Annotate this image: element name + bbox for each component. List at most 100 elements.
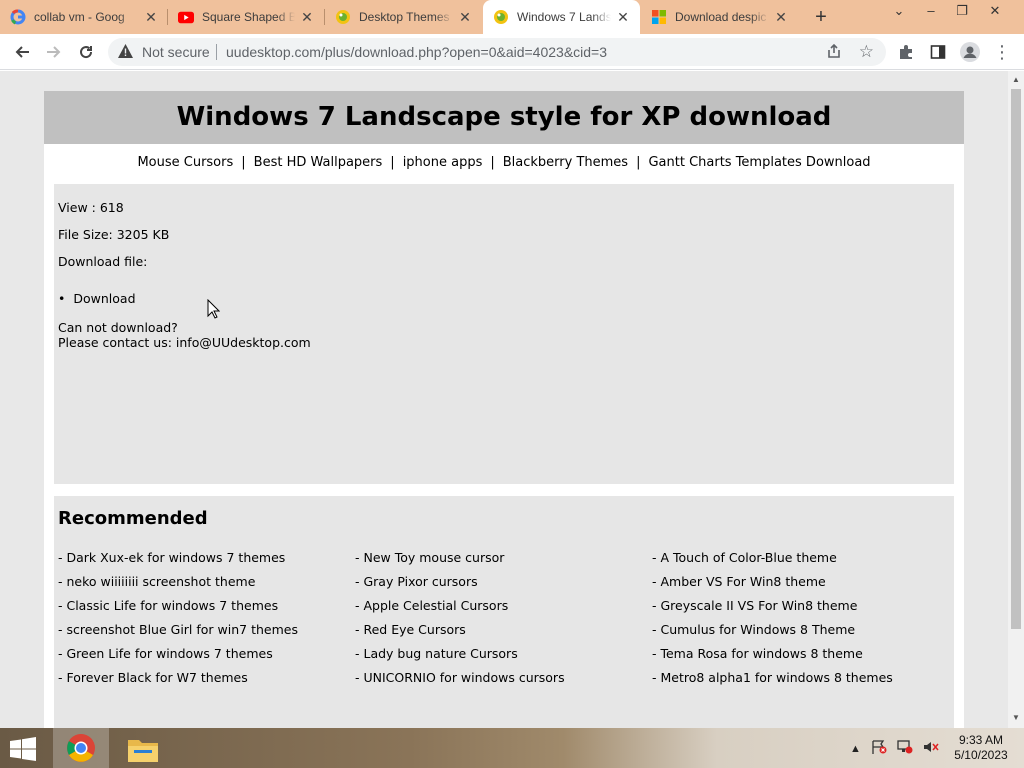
chrome-taskbar-icon[interactable] bbox=[53, 728, 109, 768]
action-center-flag-icon[interactable] bbox=[871, 740, 887, 757]
url-text[interactable]: uudesktop.com/plus/download.php?open=0&a… bbox=[226, 44, 607, 60]
extensions-icon[interactable] bbox=[896, 42, 916, 62]
tab-square-shaped[interactable]: Square Shaped Bl ✕ bbox=[168, 0, 324, 34]
scrollbar-thumb[interactable] bbox=[1011, 89, 1021, 629]
warning-icon[interactable] bbox=[118, 44, 133, 63]
close-icon[interactable]: ✕ bbox=[143, 9, 159, 25]
view-count: View : 618 bbox=[58, 200, 124, 215]
content-container: Windows 7 Landscape style for XP downloa… bbox=[44, 91, 964, 728]
google-icon bbox=[10, 9, 26, 25]
recommended-link[interactable]: - Dark Xux-ek for windows 7 themes bbox=[58, 549, 355, 566]
show-hidden-icons-icon[interactable]: ▲ bbox=[850, 743, 861, 755]
volume-muted-icon[interactable] bbox=[923, 740, 939, 757]
recommended-list: - Dark Xux-ek for windows 7 themes - New… bbox=[58, 549, 950, 686]
download-list: Download bbox=[58, 291, 950, 306]
recommended-link[interactable]: - screenshot Blue Girl for win7 themes bbox=[58, 621, 355, 638]
tab-title: Download despic bbox=[675, 10, 767, 24]
nav-separator: | bbox=[241, 155, 246, 170]
nav-separator: | bbox=[636, 155, 641, 170]
security-label[interactable]: Not secure bbox=[142, 44, 210, 60]
menu-kebab-icon[interactable]: ⋮ bbox=[992, 42, 1012, 62]
recommended-link[interactable]: - New Toy mouse cursor bbox=[355, 549, 652, 566]
tab-search-icon[interactable]: ⌄ bbox=[884, 0, 914, 30]
scroll-up-icon[interactable]: ▲ bbox=[1012, 75, 1020, 84]
tab-title: Desktop Themes bbox=[359, 10, 450, 24]
side-panel-icon[interactable] bbox=[928, 42, 948, 62]
recommended-link[interactable]: - A Touch of Color-Blue theme bbox=[652, 549, 949, 566]
close-window-icon[interactable]: ✕ bbox=[980, 0, 1010, 30]
tab-title: collab vm - Goog bbox=[34, 10, 125, 24]
tab-collab-vm[interactable]: collab vm - Goog ✕ bbox=[0, 0, 168, 34]
recommended-link[interactable]: - Apple Celestial Cursors bbox=[355, 597, 652, 614]
recommended-link[interactable]: - Metro8 alpha1 for windows 8 themes bbox=[652, 669, 949, 686]
scroll-down-icon[interactable]: ▼ bbox=[1012, 713, 1020, 722]
network-icon[interactable] bbox=[897, 740, 913, 757]
page-viewport: Windows 7 Landscape style for XP downloa… bbox=[0, 71, 1008, 728]
top-nav: Mouse Cursors | Best HD Wallpapers | iphone … bbox=[44, 144, 964, 184]
uudesktop-icon bbox=[493, 9, 509, 25]
windows-start-icon[interactable] bbox=[8, 737, 38, 761]
restore-icon[interactable]: ❐ bbox=[947, 0, 977, 30]
clock-date: 5/10/2023 bbox=[954, 748, 1008, 762]
recommended-heading: Recommended bbox=[58, 508, 208, 529]
tab-title: Square Shaped Bl bbox=[202, 10, 295, 24]
recommended-link[interactable]: - Red Eye Cursors bbox=[355, 621, 652, 638]
page-title: Windows 7 Landscape style for XP downloa… bbox=[176, 102, 832, 132]
recommended-link[interactable]: - Cumulus for Windows 8 Theme bbox=[652, 621, 949, 638]
taskbar: ▲ 9:33 AM 5/10/2023 bbox=[0, 728, 1024, 768]
page-header: Windows 7 Landscape style for XP downloa… bbox=[44, 91, 964, 144]
nav-link-iphone-apps[interactable]: iphone apps bbox=[403, 155, 483, 170]
bookmark-star-icon[interactable]: ☆ bbox=[859, 42, 874, 62]
recommended-link[interactable]: - Tema Rosa for windows 8 theme bbox=[652, 645, 949, 662]
recommended-link[interactable]: - Classic Life for windows 7 themes bbox=[58, 597, 355, 614]
recommended-link[interactable]: - Lady bug nature Cursors bbox=[355, 645, 652, 662]
recommended-box: Recommended - Dark Xux-ek for windows 7 … bbox=[54, 496, 954, 728]
nav-link-mouse-cursors[interactable]: Mouse Cursors bbox=[137, 155, 233, 170]
recommended-link[interactable]: - Amber VS For Win8 theme bbox=[652, 573, 949, 590]
tab-title: Windows 7 Lands bbox=[517, 10, 611, 24]
minimize-icon[interactable]: – bbox=[916, 0, 946, 30]
close-icon[interactable]: ✕ bbox=[299, 9, 315, 25]
contact-text: Please contact us: info@UUdesktop.com bbox=[58, 335, 311, 350]
recommended-link[interactable]: - Greyscale II VS For Win8 theme bbox=[652, 597, 949, 614]
mouse-pointer-icon bbox=[207, 298, 221, 324]
reload-icon[interactable] bbox=[74, 40, 98, 64]
nav-separator: | bbox=[390, 155, 395, 170]
download-link[interactable]: Download bbox=[58, 291, 950, 306]
nav-link-gantt-charts[interactable]: Gantt Charts Templates Download bbox=[648, 155, 870, 170]
youtube-icon bbox=[178, 9, 194, 25]
file-size: File Size: 3205 KB bbox=[58, 227, 170, 242]
download-info-box: View : 618 File Size: 3205 KB Download f… bbox=[54, 184, 954, 484]
cannot-download-text: Can not download? bbox=[58, 320, 178, 335]
nav-link-blackberry-themes[interactable]: Blackberry Themes bbox=[503, 155, 628, 170]
share-icon[interactable] bbox=[826, 43, 842, 64]
tab-desktop-themes[interactable]: Desktop Themes ✕ bbox=[325, 0, 482, 34]
forward-icon[interactable] bbox=[42, 40, 66, 64]
tab-strip: collab vm - Goog ✕ Square Shaped Bl ✕ De… bbox=[0, 0, 1024, 34]
back-icon[interactable] bbox=[10, 40, 34, 64]
close-icon[interactable]: ✕ bbox=[457, 9, 473, 25]
recommended-link[interactable]: - Forever Black for W7 themes bbox=[58, 669, 355, 686]
recommended-link[interactable]: - neko wiiiiiiii screenshot theme bbox=[58, 573, 355, 590]
profile-avatar-icon[interactable] bbox=[960, 42, 980, 62]
tab-windows-7-landscape[interactable]: Windows 7 Lands ✕ bbox=[483, 0, 640, 34]
new-tab-button[interactable]: + bbox=[810, 7, 832, 29]
file-explorer-icon[interactable] bbox=[126, 734, 160, 764]
recommended-link[interactable]: - Gray Pixor cursors bbox=[355, 573, 652, 590]
microsoft-icon bbox=[651, 9, 667, 25]
browser-toolbar: Not secure uudesktop.com/plus/download.p… bbox=[0, 34, 1024, 70]
nav-separator: | bbox=[490, 155, 495, 170]
download-file-label: Download file: bbox=[58, 254, 148, 269]
tab-download-despic[interactable]: Download despic ✕ bbox=[641, 0, 798, 34]
divider bbox=[216, 44, 217, 60]
recommended-link[interactable]: - Green Life for windows 7 themes bbox=[58, 645, 355, 662]
close-icon[interactable]: ✕ bbox=[773, 9, 789, 25]
uudesktop-icon bbox=[335, 9, 351, 25]
system-tray: ▲ bbox=[850, 740, 939, 757]
vertical-scrollbar[interactable]: ▲ ▼ bbox=[1008, 71, 1024, 728]
address-bar[interactable]: Not secure uudesktop.com/plus/download.p… bbox=[108, 38, 886, 66]
close-icon[interactable]: ✕ bbox=[615, 9, 631, 25]
nav-link-hd-wallpapers[interactable]: Best HD Wallpapers bbox=[254, 155, 383, 170]
taskbar-clock[interactable]: 9:33 AM 5/10/2023 bbox=[948, 733, 1014, 763]
recommended-link[interactable]: - UNICORNIO for windows cursors bbox=[355, 669, 652, 686]
